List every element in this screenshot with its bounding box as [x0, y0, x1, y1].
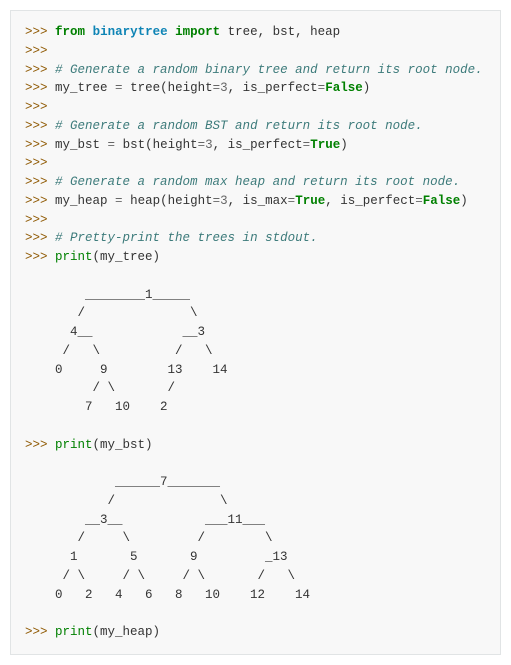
- paren: (: [160, 81, 168, 95]
- comma: ,: [213, 138, 228, 152]
- call-args: (my_heap): [93, 625, 161, 639]
- number: 3: [205, 138, 213, 152]
- prompt: >>>: [25, 63, 48, 77]
- kwarg: is_perfect: [340, 194, 415, 208]
- import-names: tree, bst, heap: [228, 25, 341, 39]
- builtin-print: print: [55, 438, 93, 452]
- func: bst: [123, 138, 146, 152]
- prompt: >>>: [25, 438, 48, 452]
- tree-output-1: ________1_____ / \ 4__ __3 / \ / \ 0 9 1…: [25, 288, 228, 415]
- comment: # Generate a random BST and return its r…: [55, 119, 423, 133]
- bool: False: [325, 81, 363, 95]
- call-args: (my_bst): [93, 438, 153, 452]
- prompt: >>>: [25, 119, 48, 133]
- prompt: >>>: [25, 213, 48, 227]
- prompt: >>>: [25, 156, 48, 170]
- paren: ): [460, 194, 468, 208]
- kwarg: is_max: [243, 194, 288, 208]
- prompt: >>>: [25, 625, 48, 639]
- module-name: binarytree: [93, 25, 168, 39]
- number: 3: [220, 81, 228, 95]
- tree-output-2: ______7_______ / \ __3__ ___11___ / \ / …: [25, 475, 310, 602]
- prompt: >>>: [25, 194, 48, 208]
- paren: ): [363, 81, 371, 95]
- comma: ,: [325, 194, 340, 208]
- paren: (: [160, 194, 168, 208]
- comma: ,: [228, 81, 243, 95]
- builtin-print: print: [55, 625, 93, 639]
- bool: False: [423, 194, 461, 208]
- prompt: >>>: [25, 250, 48, 264]
- op-eq: =: [108, 194, 131, 208]
- code-block: >>> from binarytree import tree, bst, he…: [10, 10, 501, 655]
- func: heap: [130, 194, 160, 208]
- var: my_heap: [55, 194, 108, 208]
- kwarg: height: [153, 138, 198, 152]
- paren: ): [340, 138, 348, 152]
- keyword-from: from: [55, 25, 85, 39]
- bool: True: [295, 194, 325, 208]
- var: my_tree: [55, 81, 108, 95]
- bool: True: [310, 138, 340, 152]
- op-eq: =: [213, 81, 221, 95]
- call-args: (my_tree): [93, 250, 161, 264]
- paren: (: [145, 138, 153, 152]
- builtin-print: print: [55, 250, 93, 264]
- keyword-import: import: [175, 25, 220, 39]
- op-eq: =: [415, 194, 423, 208]
- prompt: >>>: [25, 100, 48, 114]
- prompt: >>>: [25, 25, 48, 39]
- comment: # Pretty-print the trees in stdout.: [55, 231, 318, 245]
- op-eq: =: [108, 81, 131, 95]
- number: 3: [220, 194, 228, 208]
- op-eq: =: [213, 194, 221, 208]
- kwarg: is_perfect: [228, 138, 303, 152]
- op-eq: =: [198, 138, 206, 152]
- prompt: >>>: [25, 231, 48, 245]
- prompt: >>>: [25, 44, 48, 58]
- prompt: >>>: [25, 138, 48, 152]
- op-eq: =: [100, 138, 123, 152]
- comma: ,: [228, 194, 243, 208]
- func: tree: [130, 81, 160, 95]
- comment: # Generate a random binary tree and retu…: [55, 63, 483, 77]
- comment: # Generate a random max heap and return …: [55, 175, 460, 189]
- kwarg: height: [168, 194, 213, 208]
- prompt: >>>: [25, 81, 48, 95]
- var: my_bst: [55, 138, 100, 152]
- kwarg: is_perfect: [243, 81, 318, 95]
- kwarg: height: [168, 81, 213, 95]
- prompt: >>>: [25, 175, 48, 189]
